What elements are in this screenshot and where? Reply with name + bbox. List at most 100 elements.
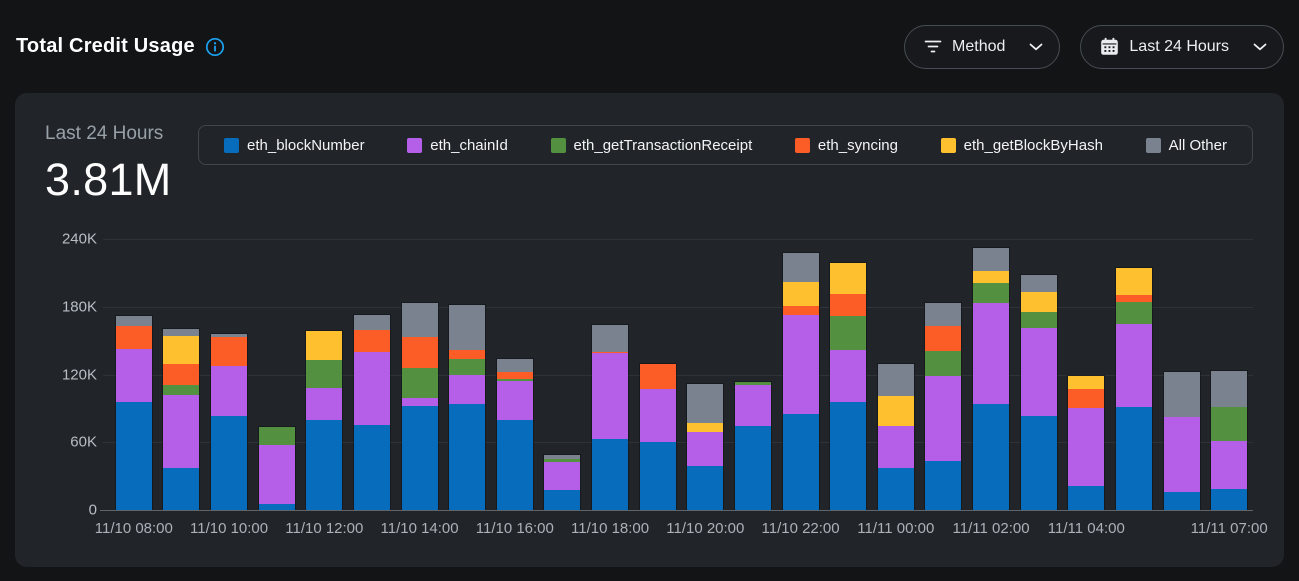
info-icon[interactable] <box>204 36 226 58</box>
bar-column[interactable] <box>586 239 634 510</box>
bar-segment-eth-getblockbyhash <box>687 423 723 432</box>
bar-segment-eth-blocknumber <box>497 420 533 510</box>
bar-column[interactable] <box>1205 239 1253 510</box>
legend-item[interactable]: eth_getBlockByHash <box>941 137 1103 154</box>
legend-item-label: eth_getTransactionReceipt <box>574 137 753 154</box>
bar-segment-eth-getblockbyhash <box>830 263 866 295</box>
bar-segment-all-other <box>1164 372 1200 417</box>
bar-segment-eth-chainid <box>830 350 866 402</box>
bar-segment-eth-blocknumber <box>592 439 628 510</box>
bar-segment-eth-chainid <box>592 353 628 439</box>
bar-segment-eth-syncing <box>783 306 819 315</box>
bar-segment-eth-chainid <box>783 315 819 414</box>
chevron-down-icon <box>1253 43 1267 51</box>
usage-card: Last 24 Hours 3.81M eth_blockNumber eth_c… <box>15 93 1284 567</box>
legend-item[interactable]: eth_getTransactionReceipt <box>551 137 753 154</box>
stacked-bar <box>972 247 1010 510</box>
y-axis-label: 240K <box>62 231 110 248</box>
legend-swatch <box>224 138 239 153</box>
bar-column[interactable] <box>158 239 206 510</box>
bar-segment-eth-chainid <box>735 385 771 427</box>
bar-segment-eth-getblockbyhash <box>306 331 342 360</box>
bar-segment-eth-syncing <box>640 364 676 389</box>
bar-segment-eth-gettransactionreceipt <box>925 351 961 376</box>
bar-segment-all-other <box>402 303 438 337</box>
x-axis-label: 11/10 20:00 <box>666 520 744 537</box>
legend-item[interactable]: All Other <box>1146 137 1227 154</box>
bar-segment-all-other <box>497 359 533 373</box>
stacked-bar <box>1067 375 1105 510</box>
bar-column[interactable] <box>634 239 682 510</box>
legend-item[interactable]: eth_syncing <box>795 137 898 154</box>
bar-column[interactable] <box>682 239 730 510</box>
usage-summary: Last 24 Hours 3.81M <box>45 123 172 206</box>
time-range-button[interactable]: Last 24 Hours <box>1080 25 1284 69</box>
method-filter-button[interactable]: Method <box>904 25 1060 69</box>
bar-column[interactable] <box>1063 239 1111 510</box>
bar-column[interactable] <box>1015 239 1063 510</box>
stacked-bar <box>258 426 296 510</box>
bar-segment-eth-syncing <box>1116 295 1152 302</box>
calendar-icon <box>1100 37 1119 56</box>
bar-segment-eth-blocknumber <box>1068 486 1104 510</box>
bar-segment-eth-blocknumber <box>116 402 152 510</box>
bar-segment-eth-getblockbyhash <box>973 271 1009 283</box>
stacked-bar <box>1163 371 1201 510</box>
stacked-bar <box>686 383 724 510</box>
legend-item[interactable]: eth_blockNumber <box>224 137 365 154</box>
bar-segment-eth-chainid <box>640 389 676 442</box>
bar-segment-eth-chainid <box>402 398 438 406</box>
x-axis-label: 11/11 07:00 <box>1191 520 1268 537</box>
bar-column[interactable] <box>491 239 539 510</box>
legend-item[interactable]: eth_chainId <box>407 137 508 154</box>
bar-segment-eth-syncing <box>830 294 866 316</box>
bar-segment-eth-gettransactionreceipt <box>830 316 866 350</box>
bar-segment-eth-chainid <box>116 349 152 402</box>
bar-column[interactable] <box>539 239 587 510</box>
stacked-bar <box>401 302 439 510</box>
bar-column[interactable] <box>443 239 491 510</box>
bar-segment-eth-chainid <box>163 395 199 468</box>
bar-segment-all-other <box>783 253 819 282</box>
bar-column[interactable] <box>824 239 872 510</box>
bar-segment-eth-gettransactionreceipt <box>1021 312 1057 328</box>
stacked-bar <box>210 333 248 510</box>
bars-layer <box>110 239 1253 510</box>
bar-segment-eth-gettransactionreceipt <box>306 360 342 388</box>
bar-column[interactable] <box>253 239 301 510</box>
bar-column[interactable] <box>1158 239 1206 510</box>
bar-segment-eth-gettransactionreceipt <box>449 359 485 375</box>
period-label: Last 24 Hours <box>45 123 172 145</box>
bar-column[interactable] <box>396 239 444 510</box>
bar-segment-eth-chainid <box>306 388 342 420</box>
bar-column[interactable] <box>777 239 825 510</box>
bar-segment-eth-getblockbyhash <box>1068 376 1104 390</box>
bar-segment-eth-chainid <box>1211 441 1247 488</box>
bar-segment-eth-blocknumber <box>402 406 438 510</box>
bar-column[interactable] <box>301 239 349 510</box>
bar-column[interactable] <box>967 239 1015 510</box>
y-axis-label: 180K <box>62 298 110 315</box>
bar-segment-eth-blocknumber <box>735 426 771 510</box>
bar-column[interactable] <box>872 239 920 510</box>
bar-segment-eth-getblockbyhash <box>1021 292 1057 312</box>
bar-segment-eth-blocknumber <box>830 402 866 510</box>
bar-column[interactable] <box>348 239 396 510</box>
bar-column[interactable] <box>205 239 253 510</box>
bar-segment-eth-chainid <box>925 376 961 462</box>
bar-column[interactable] <box>1110 239 1158 510</box>
bar-segment-eth-blocknumber <box>687 466 723 510</box>
title-wrap: Total Credit Usage <box>16 35 226 58</box>
x-axis-line <box>100 510 1253 511</box>
x-axis-label: 11/10 22:00 <box>761 520 839 537</box>
x-axis-label: 11/10 14:00 <box>380 520 458 537</box>
bar-column[interactable] <box>729 239 777 510</box>
x-axis-label: 11/10 10:00 <box>190 520 268 537</box>
bar-column[interactable] <box>110 239 158 510</box>
stacked-bar <box>162 328 200 510</box>
bar-segment-eth-blocknumber <box>1116 407 1152 510</box>
header-controls: Method <box>904 25 1284 69</box>
legend-swatch <box>551 138 566 153</box>
bar-column[interactable] <box>920 239 968 510</box>
bar-segment-all-other <box>449 305 485 350</box>
